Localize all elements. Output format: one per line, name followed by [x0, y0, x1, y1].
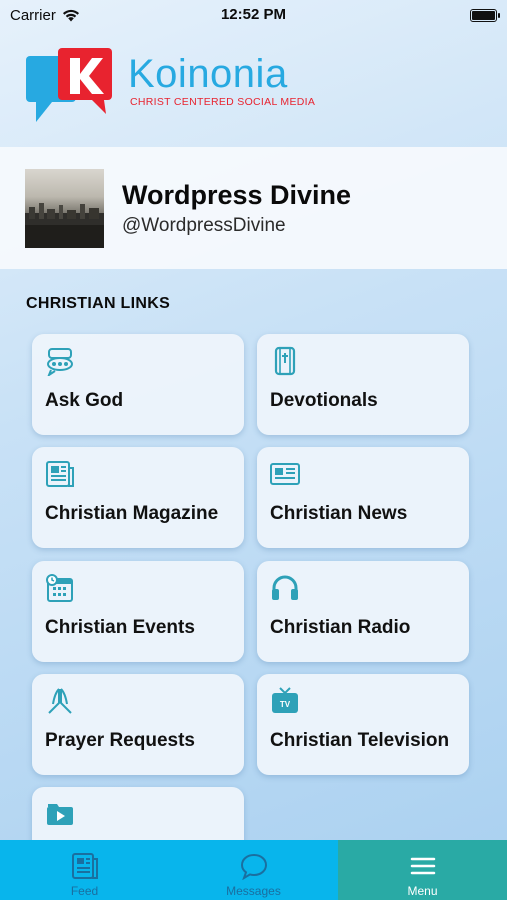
- link-card-christian-news[interactable]: Christian News: [257, 447, 469, 548]
- tv-icon: TV: [272, 687, 298, 713]
- calendar-icon: [46, 574, 73, 602]
- ask-god-icon: [47, 348, 73, 376]
- logo-name: Koinonia: [128, 52, 288, 96]
- chat-bubble-icon: [240, 853, 267, 880]
- link-card-label: Christian Events: [45, 617, 195, 638]
- avatar[interactable]: [25, 168, 104, 248]
- tab-menu-label: Menu: [407, 884, 438, 898]
- tab-feed-label: Feed: [70, 884, 99, 898]
- battery-icon: [470, 8, 500, 22]
- link-card-christian-television[interactable]: TV Christian Television: [257, 674, 469, 775]
- link-card-label: Ask God: [45, 390, 124, 411]
- headphones-icon: [272, 575, 298, 600]
- tab-messages[interactable]: Messages: [169, 840, 338, 900]
- svg-text:TV: TV: [280, 700, 291, 709]
- profile-handle: @WordpressDivine: [122, 214, 286, 236]
- wifi-icon: [62, 9, 79, 21]
- link-card-label: Christian Magazine: [45, 503, 219, 524]
- link-card-label: Devotionals: [270, 390, 378, 411]
- koinonia-logo-icon: [26, 48, 114, 124]
- link-card-christian-radio[interactable]: Christian Radio: [257, 561, 469, 662]
- link-card-label: Prayer Requests: [45, 730, 195, 751]
- link-card-christian-magazine[interactable]: Christian Magazine: [32, 447, 244, 548]
- link-card-devotionals[interactable]: Devotionals: [257, 334, 469, 435]
- status-bar: Carrier: [0, 0, 507, 30]
- app-logo: Koinonia CHRIST CENTERED SOCIAL MEDIA: [26, 48, 315, 124]
- bible-icon: [274, 346, 296, 376]
- hamburger-menu-icon: [410, 857, 435, 875]
- praying-hands-icon: [48, 688, 72, 714]
- carrier-label: Carrier: [10, 6, 56, 24]
- link-card-label: Christian Radio: [270, 617, 411, 638]
- tab-menu[interactable]: Menu: [338, 840, 507, 900]
- tab-messages-label: Messages: [226, 884, 281, 898]
- feed-icon: [71, 853, 98, 879]
- magazine-icon: [46, 461, 74, 487]
- tab-feed[interactable]: Feed: [0, 840, 169, 900]
- profile-name: Wordpress Divine: [122, 179, 352, 210]
- link-card-label: Christian News: [270, 503, 408, 524]
- link-card-ask-god[interactable]: Ask God: [32, 334, 244, 435]
- link-card-label: Christian Television: [270, 730, 450, 751]
- tab-bar: Feed Messages Menu: [0, 840, 507, 900]
- profile-panel[interactable]: Wordpress Divine @WordpressDivine: [0, 147, 507, 269]
- link-card-prayer-requests[interactable]: Prayer Requests: [32, 674, 244, 775]
- logo-tagline: CHRIST CENTERED SOCIAL MEDIA: [130, 96, 316, 108]
- section-title: CHRISTIAN LINKS: [26, 295, 171, 312]
- link-card-christian-events[interactable]: Christian Events: [32, 561, 244, 662]
- newspaper-icon: [270, 463, 300, 485]
- video-icon: [47, 804, 73, 825]
